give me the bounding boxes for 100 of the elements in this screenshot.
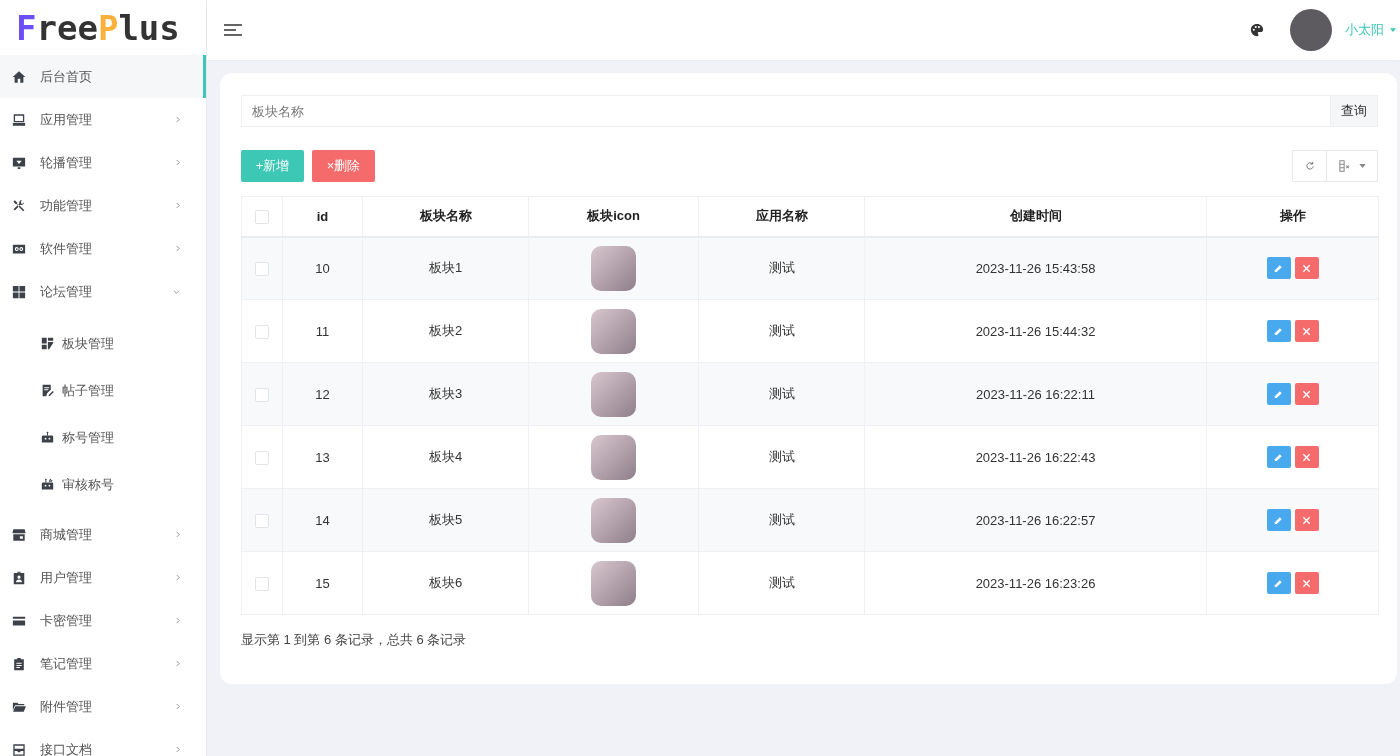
table-cell: 2023-11-26 16:22:57 [864,488,1207,552]
delete-button[interactable] [1294,383,1319,405]
table-cell: 2023-11-26 16:22:43 [864,425,1207,489]
store-icon [12,527,26,542]
sidebar-item[interactable]: 软件管理 [0,227,206,270]
row-checkbox[interactable] [255,324,269,339]
grid-icon [12,284,26,299]
sidebar-item[interactable]: 用户管理 [0,556,206,599]
edit-button[interactable] [1266,509,1291,531]
sidebar-item[interactable]: 商城管理 [0,513,206,556]
row-checkbox[interactable] [255,387,269,402]
sidebar-item[interactable]: 卡密管理 [0,599,206,642]
row-checkbox[interactable] [255,450,269,465]
close-icon [1302,515,1311,525]
sidebar-item[interactable]: 附件管理 [0,685,206,728]
table-cell: 测试 [698,362,865,426]
column-header: 板块icon [528,196,699,237]
sidebar-item[interactable]: 论坛管理 [0,270,206,313]
column-header: 操作 [1206,196,1379,237]
table-cell: 测试 [698,236,865,300]
table-summary: 显示第 1 到第 6 条记录，总共 6 条记录 [241,632,468,648]
close-icon [1302,326,1311,336]
presentation-icon [12,155,26,170]
search-field[interactable]: 板块名称 [241,95,1330,127]
edit-button[interactable] [1266,257,1291,280]
table-cell: 10 [282,236,363,300]
sidebar-item[interactable]: 轮播管理 [0,141,206,184]
column-header: 板块名称 [362,196,529,237]
columns-icon [1338,160,1351,172]
sidebar-subitem[interactable]: 帖子管理 [0,367,206,414]
table-cell: 板块5 [362,488,529,552]
tools-icon [12,198,26,213]
sidebar-subitem[interactable]: 称号管理 [0,414,206,461]
pencil-icon [1274,326,1283,336]
search-button[interactable]: 查询 [1330,95,1378,127]
delete-button[interactable] [1294,446,1319,468]
edit-button[interactable] [1266,446,1291,468]
close-icon [1302,263,1311,273]
table-cell: 13 [282,425,363,489]
table-cell: 14 [282,488,363,552]
photo-placeholder [591,434,636,480]
sidebar-item[interactable]: 接口文档 [0,728,206,756]
table-cell: 板块3 [362,362,529,426]
table-cell: 2023-11-26 16:22:11 [864,362,1207,426]
table-cell: 测试 [698,425,865,489]
note-pencil-icon [41,384,54,397]
menu-icon[interactable] [224,24,242,36]
sidebar-item[interactable]: 笔记管理 [0,642,206,685]
sidebar-item[interactable]: 应用管理 [0,98,206,141]
row-checkbox[interactable] [255,576,269,591]
sidebar-item[interactable]: 后台首页 [0,55,206,98]
sidebar-subitem[interactable]: 板块管理 [0,320,206,367]
id-badge-icon [12,570,26,585]
edit-button[interactable] [1266,383,1291,405]
column-header: 应用名称 [698,196,865,237]
delete-button[interactable] [1294,509,1319,531]
refresh-icon [1304,161,1315,171]
table-cell: 测试 [698,551,865,615]
avatar[interactable] [1290,9,1332,51]
delete-button[interactable] [1294,257,1319,280]
table-cell: 2023-11-26 15:44:32 [864,299,1207,363]
caret-down-icon [1358,164,1366,168]
table-cell: 板块4 [362,425,529,489]
row-checkbox[interactable] [255,262,269,277]
table-cell: 板块1 [362,236,529,300]
blocks-icon [41,337,54,350]
edit-button[interactable] [1266,572,1291,594]
refresh-button[interactable] [1292,150,1327,182]
select-all-checkbox[interactable] [255,210,269,225]
photo-placeholder [591,245,636,291]
table-cell: 板块2 [362,299,529,363]
close-icon [1302,452,1311,462]
inbox-icon [12,742,26,756]
logo: FreePlus [16,9,180,46]
robot-icon [41,478,54,491]
table-cell: 2023-11-26 16:23:26 [864,551,1207,615]
sidebar-item[interactable]: 功能管理 [0,184,206,227]
close-icon [1302,389,1311,399]
columns-button[interactable] [1327,150,1378,182]
robot-icon [41,431,54,444]
table-cell: 2023-11-26 15:43:58 [864,236,1207,300]
column-header: id [282,196,363,237]
palette-icon[interactable] [1250,23,1264,37]
home-icon [12,69,26,84]
table-cell: 板块6 [362,551,529,615]
pencil-icon [1274,389,1283,399]
caret-down-icon [1390,28,1396,32]
sidebar-subitem[interactable]: 审核称号 [0,461,206,508]
column-header: 创建时间 [864,196,1207,237]
delete-button[interactable] [1294,320,1319,342]
photo-placeholder [591,560,636,606]
delete-button[interactable] [1294,572,1319,594]
photo-placeholder [591,371,636,417]
computer-icon [12,112,26,127]
table-cell: 测试 [698,488,865,552]
row-checkbox[interactable] [255,513,269,528]
table-cell: 11 [282,299,363,363]
pencil-icon [1274,515,1283,525]
edit-button[interactable] [1266,320,1291,342]
pencil-icon [1274,452,1283,462]
